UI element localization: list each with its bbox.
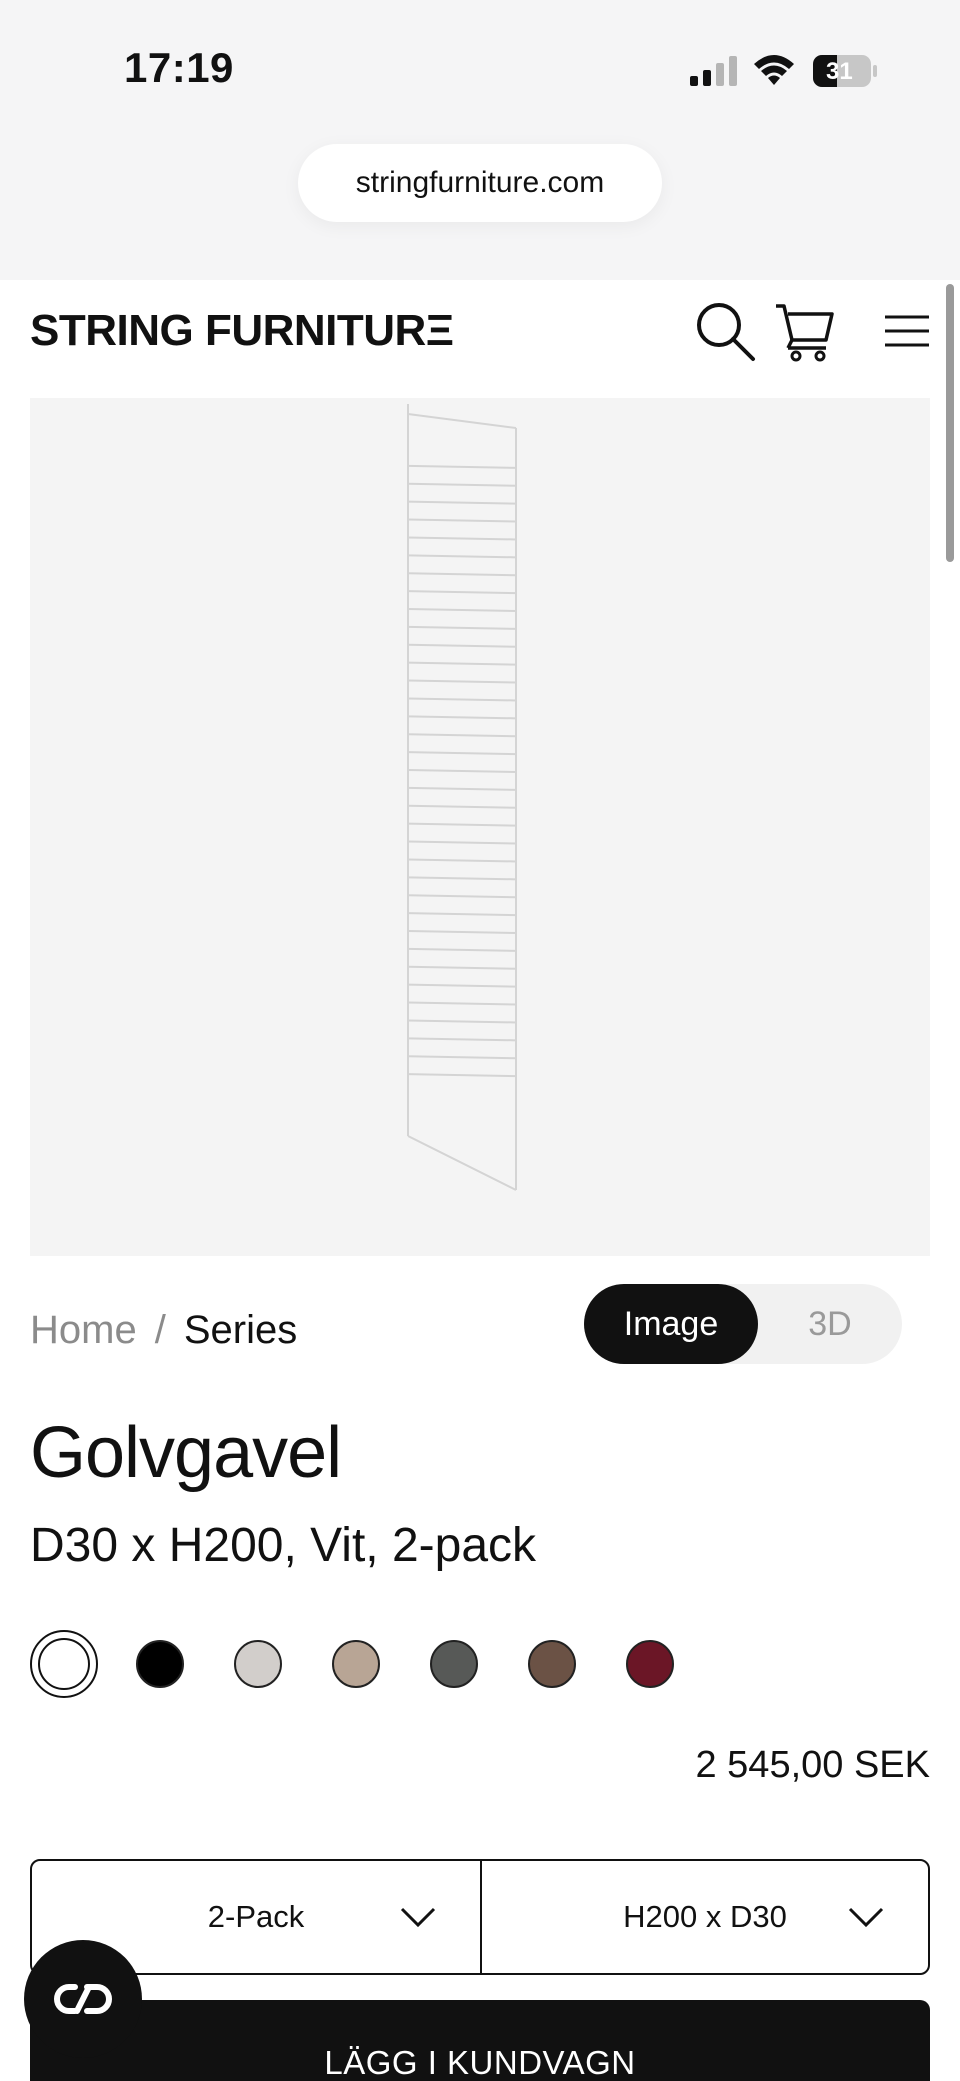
- battery-level: 31: [826, 58, 853, 85]
- toggle-image-button[interactable]: Image: [584, 1284, 758, 1364]
- panel-rung: [407, 912, 517, 917]
- url-bar[interactable]: stringfurniture.com: [298, 144, 662, 222]
- chevron-down-icon: [848, 1907, 884, 1928]
- cellular-signal-icon: [690, 56, 737, 86]
- panel-rung: [407, 1055, 517, 1060]
- panel-rung: [407, 500, 517, 505]
- panel-rung: [407, 786, 517, 791]
- panel-rung: [407, 590, 517, 595]
- panel-rung: [407, 1019, 517, 1024]
- chevron-down-icon: [400, 1907, 436, 1928]
- panel-rung: [407, 697, 517, 702]
- product-title: Golvgavel: [30, 1413, 342, 1493]
- product-image[interactable]: [30, 398, 930, 1256]
- add-to-cart-label: LÄGG I KUNDVAGN: [324, 2044, 636, 2081]
- battery-icon: 31: [812, 54, 878, 88]
- panel-rung: [407, 464, 517, 469]
- panel-rung: [407, 804, 517, 809]
- chat-button[interactable]: [24, 1940, 142, 2058]
- panel-rung: [407, 518, 517, 523]
- panel-rung: [407, 679, 517, 684]
- panel-rung: [407, 715, 517, 720]
- color-swatches: [30, 1630, 730, 1698]
- breadcrumb-separator: /: [154, 1308, 166, 1352]
- swatch-light-grey[interactable]: [234, 1640, 282, 1688]
- add-to-cart-button[interactable]: LÄGG I KUNDVAGN: [30, 2000, 930, 2081]
- product-price: 2 545,00 SEK: [695, 1744, 930, 1786]
- panel-rung: [407, 536, 517, 541]
- menu-icon[interactable]: [872, 296, 942, 366]
- breadcrumb-home[interactable]: Home: [30, 1308, 137, 1352]
- panel-rung: [407, 947, 517, 952]
- panel-rung: [407, 643, 517, 648]
- page-scrollbar[interactable]: [946, 284, 954, 562]
- site-header: STRING FURNITURΞ: [0, 280, 960, 396]
- panel-rung: [407, 554, 517, 559]
- panel-rung: [407, 894, 517, 899]
- swatch-brown[interactable]: [528, 1640, 576, 1688]
- panel-top-rung: [407, 413, 517, 429]
- panel-rung: [407, 482, 517, 487]
- toggle-3d-button[interactable]: 3D: [758, 1284, 902, 1364]
- breadcrumb: Home / Series: [30, 1308, 297, 1353]
- url-text: stringfurniture.com: [355, 166, 605, 199]
- panel-rung: [407, 661, 517, 666]
- panel-rung: [407, 1073, 517, 1078]
- size-select-value: H200 x D30: [623, 1899, 787, 1934]
- pack-select-value: 2-Pack: [207, 1899, 305, 1934]
- swatch-dark-grey[interactable]: [430, 1640, 478, 1688]
- chat-link-icon: [54, 1984, 112, 2014]
- panel-base-rung: [407, 1135, 517, 1191]
- panel-rung: [407, 1037, 517, 1042]
- wifi-icon: [754, 55, 794, 85]
- option-selects: 2-Pack H200 x D30: [30, 1859, 930, 1975]
- swatch-white[interactable]: [30, 1630, 98, 1698]
- swatch-beige[interactable]: [332, 1640, 380, 1688]
- panel-rung: [407, 858, 517, 863]
- size-select[interactable]: H200 x D30: [480, 1861, 928, 1973]
- swatch-white-inner: [38, 1638, 90, 1690]
- panel-rung: [407, 876, 517, 881]
- panel-rung: [407, 840, 517, 845]
- panel-rung: [407, 608, 517, 612]
- panel-rung: [407, 751, 517, 756]
- panel-rung: [407, 733, 517, 738]
- panel-rung: [407, 983, 517, 988]
- floor-panel-illustration: [407, 404, 517, 1191]
- panel-rung: [407, 822, 517, 827]
- status-time: 17:19: [124, 44, 234, 91]
- panel-rung: [407, 930, 517, 934]
- breadcrumb-series[interactable]: Series: [184, 1308, 297, 1352]
- site-logo[interactable]: STRING FURNITURΞ: [30, 306, 454, 356]
- search-icon[interactable]: [690, 296, 760, 366]
- panel-rung: [407, 625, 517, 630]
- view-toggle: Image 3D: [584, 1284, 902, 1364]
- product-subtitle: D30 x H200, Vit, 2-pack: [30, 1519, 537, 1572]
- swatch-black[interactable]: [136, 1640, 184, 1688]
- cart-icon[interactable]: [770, 296, 840, 366]
- panel-rung: [407, 965, 517, 970]
- panel-rung: [407, 769, 517, 773]
- swatch-burgundy[interactable]: [626, 1640, 674, 1688]
- panel-rung: [407, 1001, 517, 1006]
- status-area: 17:19 31 stringfurniture.com: [0, 0, 960, 280]
- panel-rung: [407, 572, 517, 577]
